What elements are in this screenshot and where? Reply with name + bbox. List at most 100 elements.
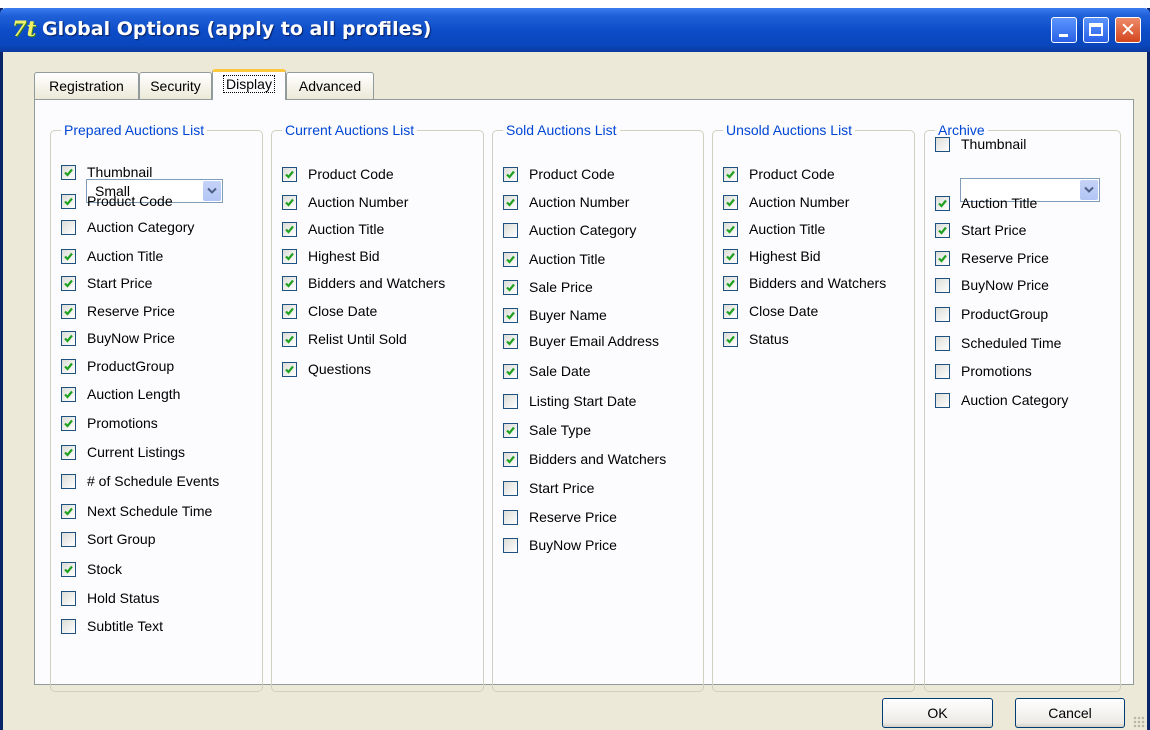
checkbox-checked-icon[interactable] [723, 222, 738, 237]
option-label: Start Price [529, 480, 595, 496]
minimize-button[interactable] [1051, 17, 1077, 43]
checkbox-checked-icon[interactable] [61, 445, 76, 460]
checkbox-checked-icon[interactable] [503, 252, 518, 267]
sold-auctions-group: Sold Auctions List Product Code Auction N… [492, 121, 704, 692]
checkbox-unchecked-icon[interactable] [61, 591, 76, 606]
checkbox-checked-icon[interactable] [503, 452, 518, 467]
checkbox-unchecked-icon[interactable] [503, 538, 518, 553]
checkbox-unchecked-icon[interactable] [935, 307, 950, 322]
option-label: Start Price [87, 275, 153, 291]
maximize-button[interactable] [1083, 17, 1109, 43]
option-label: Highest Bid [749, 248, 821, 264]
checkbox-checked-icon[interactable] [503, 280, 518, 295]
checkbox-checked-icon[interactable] [935, 251, 950, 266]
checkbox-checked-icon[interactable] [282, 249, 297, 264]
unsold-auctions-group: Unsold Auctions List Product Code Auction… [712, 121, 915, 692]
checkbox-checked-icon[interactable] [282, 304, 297, 319]
option-label: Auction Number [529, 194, 630, 210]
checkbox-checked-icon[interactable] [61, 562, 76, 577]
checkbox-checked-icon[interactable] [61, 331, 76, 346]
checkbox-unchecked-icon[interactable] [503, 481, 518, 496]
checkbox-checked-icon[interactable] [503, 334, 518, 349]
option-label: Sale Price [529, 279, 593, 295]
ok-button[interactable]: OK [882, 698, 993, 728]
checkbox-unchecked-icon[interactable] [935, 336, 950, 351]
checkbox-checked-icon[interactable] [503, 423, 518, 438]
option-label: Promotions [961, 363, 1032, 379]
cancel-button[interactable]: Cancel [1015, 698, 1125, 728]
checkbox-checked-icon[interactable] [723, 332, 738, 347]
option-label: Auction Number [308, 194, 409, 210]
option-label: ProductGroup [87, 358, 175, 374]
checkbox-checked-icon[interactable] [723, 195, 738, 210]
checkbox-checked-icon[interactable] [503, 364, 518, 379]
option-label: Bidders and Watchers [749, 275, 887, 291]
display-tab-panel: Prepared Auctions List Thumbnail Small Pro… [34, 99, 1134, 692]
checkbox-checked-icon[interactable] [61, 387, 76, 402]
checkbox-checked-icon[interactable] [723, 167, 738, 182]
checkbox-checked-icon[interactable] [61, 276, 76, 291]
checkbox-checked-icon[interactable] [61, 249, 76, 264]
checkbox-checked-icon[interactable] [282, 195, 297, 210]
option-label: Product Code [749, 166, 835, 182]
checkbox-checked-icon[interactable] [935, 223, 950, 238]
group-title: Sold Auctions List [503, 121, 620, 139]
checkbox-checked-icon[interactable] [282, 167, 297, 182]
option-label: Product Code [308, 166, 394, 182]
option-label: Auction Category [529, 222, 637, 238]
group-title: Prepared Auctions List [61, 121, 208, 139]
option-label: Product Code [529, 166, 615, 182]
checkbox-checked-icon[interactable] [723, 249, 738, 264]
tab-advanced[interactable]: Advanced [286, 72, 374, 99]
checkbox-unchecked-icon[interactable] [935, 278, 950, 293]
checkbox-unchecked-icon[interactable] [503, 223, 518, 238]
option-label: Current Listings [87, 444, 186, 460]
checkbox-checked-icon[interactable] [503, 167, 518, 182]
checkbox-checked-icon[interactable] [723, 304, 738, 319]
checkbox-checked-icon[interactable] [935, 196, 950, 211]
checkbox-checked-icon[interactable] [503, 195, 518, 210]
tab-display[interactable]: Display [212, 69, 286, 100]
checkbox-unchecked-icon[interactable] [61, 220, 76, 235]
close-button[interactable]: ✕ [1115, 17, 1141, 43]
option-label: Close Date [308, 303, 378, 319]
option-label: Questions [308, 361, 372, 377]
checkbox-unchecked-icon[interactable] [935, 137, 950, 152]
resize-grip[interactable] [1133, 716, 1145, 728]
chevron-down-icon[interactable] [1080, 180, 1098, 200]
checkbox-checked-icon[interactable] [282, 276, 297, 291]
checkbox-unchecked-icon[interactable] [503, 394, 518, 409]
checkbox-unchecked-icon[interactable] [61, 474, 76, 489]
option-label: Reserve Price [529, 509, 617, 525]
option-label: Buyer Email Address [529, 333, 659, 349]
option-label: Bidders and Watchers [529, 451, 667, 467]
checkbox-checked-icon[interactable] [61, 359, 76, 374]
option-label: Buyer Name [529, 307, 607, 323]
title-bar[interactable]: 7t Global Options (apply to all profiles… [0, 8, 1150, 52]
tab-security[interactable]: Security [139, 72, 212, 99]
checkbox-checked-icon[interactable] [282, 332, 297, 347]
option-label: Auction Title [308, 221, 385, 237]
checkbox-checked-icon[interactable] [61, 416, 76, 431]
checkbox-checked-icon[interactable] [503, 308, 518, 323]
checkbox-unchecked-icon[interactable] [61, 619, 76, 634]
checkbox-checked-icon[interactable] [282, 362, 297, 377]
checkbox-unchecked-icon[interactable] [503, 510, 518, 525]
option-label: Auction Length [87, 386, 181, 402]
checkbox-unchecked-icon[interactable] [935, 393, 950, 408]
option-label: Auction Category [961, 392, 1069, 408]
checkbox-checked-icon[interactable] [282, 222, 297, 237]
checkbox-checked-icon[interactable] [61, 504, 76, 519]
checkbox-checked-icon[interactable] [723, 276, 738, 291]
checkbox-unchecked-icon[interactable] [61, 532, 76, 547]
option-label: Subtitle Text [87, 618, 164, 634]
tab-registration[interactable]: Registration [34, 72, 139, 99]
checkbox-checked-icon[interactable] [61, 304, 76, 319]
checkbox-unchecked-icon[interactable] [935, 364, 950, 379]
checkbox-checked-icon[interactable] [61, 165, 76, 180]
chevron-down-icon[interactable] [203, 181, 221, 201]
minimize-icon [1059, 34, 1068, 37]
close-icon: ✕ [1120, 19, 1136, 41]
checkbox-checked-icon[interactable] [61, 194, 76, 209]
option-label: Scheduled Time [961, 335, 1062, 351]
